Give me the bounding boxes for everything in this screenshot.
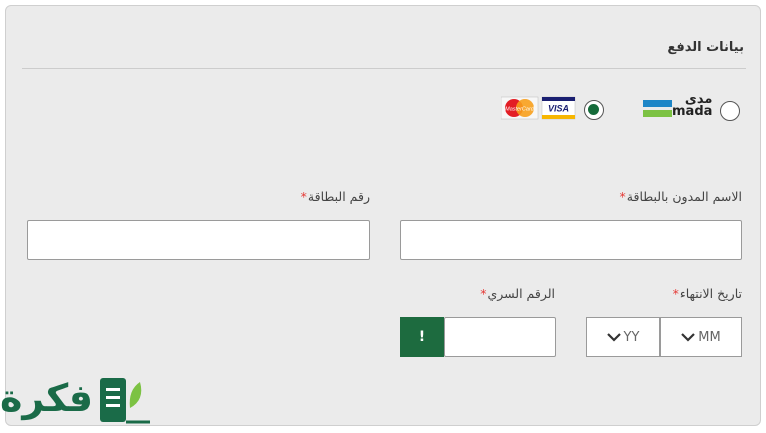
chevron-down-icon <box>606 332 621 342</box>
card-number-label-text: رقم البطاقة <box>307 189 370 204</box>
fikra-logo-text: فكرة <box>0 376 94 420</box>
cvv-info-button[interactable]: ! <box>400 317 444 357</box>
chevron-down-icon <box>681 332 696 342</box>
section-divider <box>22 68 746 69</box>
card-number-input[interactable] <box>27 220 370 260</box>
required-mark: * <box>300 189 307 204</box>
expiry-month-select[interactable]: MM <box>660 317 742 357</box>
required-mark: * <box>480 286 487 301</box>
expiry-month-placeholder: MM <box>698 329 721 345</box>
radio-mada[interactable] <box>720 101 740 121</box>
expiry-label-text: تاريخ الانتهاء <box>679 286 742 301</box>
cvv-label-text: الرقم السري <box>487 286 555 301</box>
radio-visa-mastercard[interactable] <box>584 100 604 120</box>
required-mark: * <box>619 189 626 204</box>
card-number-label: رقم البطاقة* <box>301 189 370 204</box>
mastercard-text: MasterCard <box>505 107 535 113</box>
cardholder-name-input[interactable] <box>400 220 742 260</box>
visa-text: VISA <box>548 104 569 114</box>
expiry-label: تاريخ الانتهاء* <box>673 286 742 301</box>
mada-logo-en: mada <box>672 104 713 119</box>
mada-logo-text: مدى mada <box>672 93 713 119</box>
cvv-label: الرقم السري* <box>480 286 555 301</box>
cardholder-name-label: الاسم المدون بالبطاقة* <box>620 189 742 204</box>
section-title: بيانات الدفع <box>667 40 744 55</box>
expiry-year-placeholder: YY <box>623 329 640 345</box>
required-mark: * <box>672 286 679 301</box>
card-logos-icon: MasterCard VISA <box>501 96 576 120</box>
cardholder-name-label-text: الاسم المدون بالبطاقة <box>626 189 742 204</box>
expiry-year-select[interactable]: YY <box>586 317 660 357</box>
cvv-input[interactable] <box>444 317 556 357</box>
